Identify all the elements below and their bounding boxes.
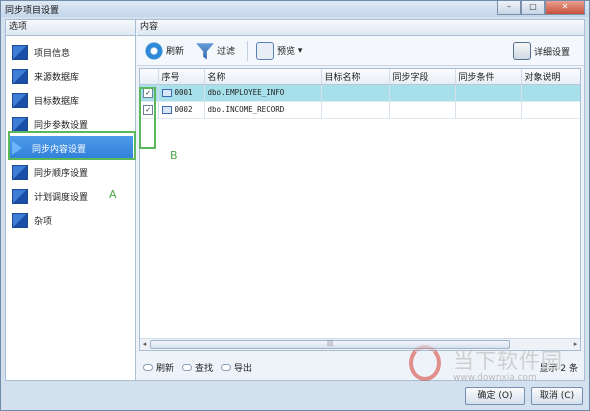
title-bar[interactable]: 同步项目设置 – □ ✕ bbox=[1, 1, 589, 17]
ok-button[interactable]: 确定 (O) bbox=[465, 387, 525, 405]
col-sync-fields[interactable]: 同步字段 bbox=[389, 69, 456, 85]
row-no-cell: 0002 bbox=[158, 101, 205, 119]
content-grid: 序号 名称 目标名称 同步字段 同步条件 对象说明 ✓ 0001 dbo.EMP bbox=[139, 68, 581, 351]
grip-icon: ||| bbox=[327, 340, 334, 347]
option-label: 计划调度设置 bbox=[34, 192, 89, 203]
settings-icon bbox=[512, 42, 531, 60]
option-icon bbox=[12, 44, 28, 60]
col-target-name[interactable]: 目标名称 bbox=[321, 69, 390, 85]
option-label: 项目信息 bbox=[34, 48, 71, 59]
record-count-status: 显示 2 条 bbox=[539, 364, 578, 374]
row-condition[interactable] bbox=[455, 84, 522, 102]
option-label: 杂项 bbox=[34, 216, 53, 227]
col-no[interactable]: 序号 bbox=[158, 69, 205, 85]
content-bottom-bar: 刷新 查找 导出 显示 2 条 bbox=[137, 356, 584, 378]
scrollbar-thumb[interactable]: ||| bbox=[150, 340, 510, 349]
option-icon bbox=[12, 92, 28, 108]
table-row[interactable]: ✓ 0001 dbo.EMPLOYEE_INFO bbox=[140, 84, 580, 102]
table-icon bbox=[161, 89, 172, 97]
search-icon bbox=[182, 363, 193, 371]
option-item-target-db[interactable]: 目标数据库 bbox=[6, 88, 135, 112]
row-desc[interactable] bbox=[521, 84, 580, 102]
options-header: 选项 bbox=[6, 20, 135, 36]
option-icon bbox=[12, 68, 28, 84]
annotation-box-a bbox=[8, 131, 136, 160]
row-no-cell: 0001 bbox=[158, 84, 205, 102]
row-name: dbo.EMPLOYEE_INFO bbox=[204, 84, 322, 102]
horizontal-scrollbar[interactable]: ◂ ||| ▸ bbox=[140, 338, 580, 350]
scroll-right-icon[interactable]: ▸ bbox=[571, 340, 580, 349]
table-row[interactable]: ✓ 0002 dbo.INCOME_RECORD bbox=[140, 101, 580, 119]
annotation-box-b bbox=[139, 87, 156, 149]
cancel-button[interactable]: 取消 (C) bbox=[531, 387, 583, 405]
option-item-sync-order[interactable]: 同步顺序设置 bbox=[6, 160, 135, 184]
row-no: 0001 bbox=[174, 88, 193, 97]
refresh-icon bbox=[143, 363, 153, 371]
dialog-window: 同步项目设置 – □ ✕ 选项 项目信息 来源数据库 目标数据库 同步参数设置 … bbox=[0, 0, 590, 411]
table-icon bbox=[161, 106, 172, 114]
option-label: 来源数据库 bbox=[34, 72, 80, 83]
refresh-label: 刷新 bbox=[166, 47, 185, 57]
bottom-refresh-label: 刷新 bbox=[156, 363, 175, 374]
content-header: 内容 bbox=[137, 20, 584, 36]
option-icon bbox=[12, 116, 28, 132]
row-fields[interactable] bbox=[389, 84, 456, 102]
filter-icon bbox=[196, 43, 215, 60]
annotation-label-b: B bbox=[170, 149, 178, 162]
filter-label: 过滤 bbox=[217, 47, 236, 57]
annotation-label-a: A bbox=[109, 188, 117, 201]
detail-settings-label: 详细设置 bbox=[533, 47, 570, 58]
row-target[interactable] bbox=[321, 101, 390, 119]
filter-button[interactable]: 过滤 bbox=[192, 39, 239, 63]
window-controls: – □ ✕ bbox=[497, 1, 585, 17]
option-item-misc[interactable]: 杂项 bbox=[6, 208, 135, 232]
sync-content-table: 序号 名称 目标名称 同步字段 同步条件 对象说明 ✓ 0001 dbo.EMP bbox=[140, 69, 580, 119]
option-label: 同步顺序设置 bbox=[34, 168, 89, 179]
col-check[interactable] bbox=[140, 69, 159, 85]
preview-button[interactable]: 预览 ▾ bbox=[252, 39, 306, 63]
row-target[interactable] bbox=[321, 84, 390, 102]
chevron-down-icon: ▾ bbox=[297, 45, 303, 56]
row-name: dbo.INCOME_RECORD bbox=[204, 101, 322, 119]
refresh-icon bbox=[145, 41, 163, 60]
maximize-button[interactable]: □ bbox=[521, 1, 545, 15]
option-icon bbox=[12, 188, 28, 204]
refresh-button[interactable]: 刷新 bbox=[141, 39, 188, 63]
row-condition[interactable] bbox=[455, 101, 522, 119]
content-toolbar: 刷新 过滤 预览 ▾ 详细设置 bbox=[137, 36, 584, 66]
col-name[interactable]: 名称 bbox=[204, 69, 322, 85]
detail-settings-button[interactable]: 详细设置 bbox=[509, 39, 574, 63]
preview-label: 预览 bbox=[277, 47, 296, 57]
dialog-client: 选项 项目信息 来源数据库 目标数据库 同步参数设置 同步内容设置 同步顺序设置… bbox=[5, 19, 585, 381]
option-item-source-db[interactable]: 来源数据库 bbox=[6, 64, 135, 88]
scroll-left-icon[interactable]: ◂ bbox=[140, 340, 149, 349]
bottom-find-label: 查找 bbox=[195, 363, 214, 374]
options-panel: 选项 项目信息 来源数据库 目标数据库 同步参数设置 同步内容设置 同步顺序设置… bbox=[6, 20, 136, 380]
col-sync-condition[interactable]: 同步条件 bbox=[455, 69, 522, 85]
content-panel: 内容 刷新 过滤 预览 ▾ 详细设置 序号 名称 目标名称 同步字段 同步条件 … bbox=[137, 20, 584, 380]
col-object-desc[interactable]: 对象说明 bbox=[521, 69, 580, 85]
row-no: 0002 bbox=[174, 105, 193, 114]
bottom-find-button[interactable]: 查找 bbox=[182, 361, 213, 374]
option-item-project-info[interactable]: 项目信息 bbox=[6, 40, 135, 64]
option-icon bbox=[12, 212, 28, 228]
bottom-refresh-button[interactable]: 刷新 bbox=[143, 361, 174, 374]
table-header-row: 序号 名称 目标名称 同步字段 同步条件 对象说明 bbox=[140, 69, 580, 85]
option-label: 同步参数设置 bbox=[34, 120, 89, 131]
dialog-footer: 确定 (O) 取消 (C) bbox=[5, 385, 585, 409]
option-icon bbox=[12, 164, 28, 180]
bottom-export-label: 导出 bbox=[234, 363, 253, 374]
minimize-button[interactable]: – bbox=[497, 1, 521, 15]
row-fields[interactable] bbox=[389, 101, 456, 119]
close-button[interactable]: ✕ bbox=[545, 1, 585, 15]
row-desc[interactable] bbox=[521, 101, 580, 119]
toolbar-separator bbox=[247, 40, 249, 61]
bottom-export-button[interactable]: 导出 bbox=[221, 361, 252, 374]
option-label: 目标数据库 bbox=[34, 96, 80, 107]
export-icon bbox=[221, 363, 232, 371]
preview-icon bbox=[256, 41, 275, 60]
window-title: 同步项目设置 bbox=[5, 6, 60, 16]
